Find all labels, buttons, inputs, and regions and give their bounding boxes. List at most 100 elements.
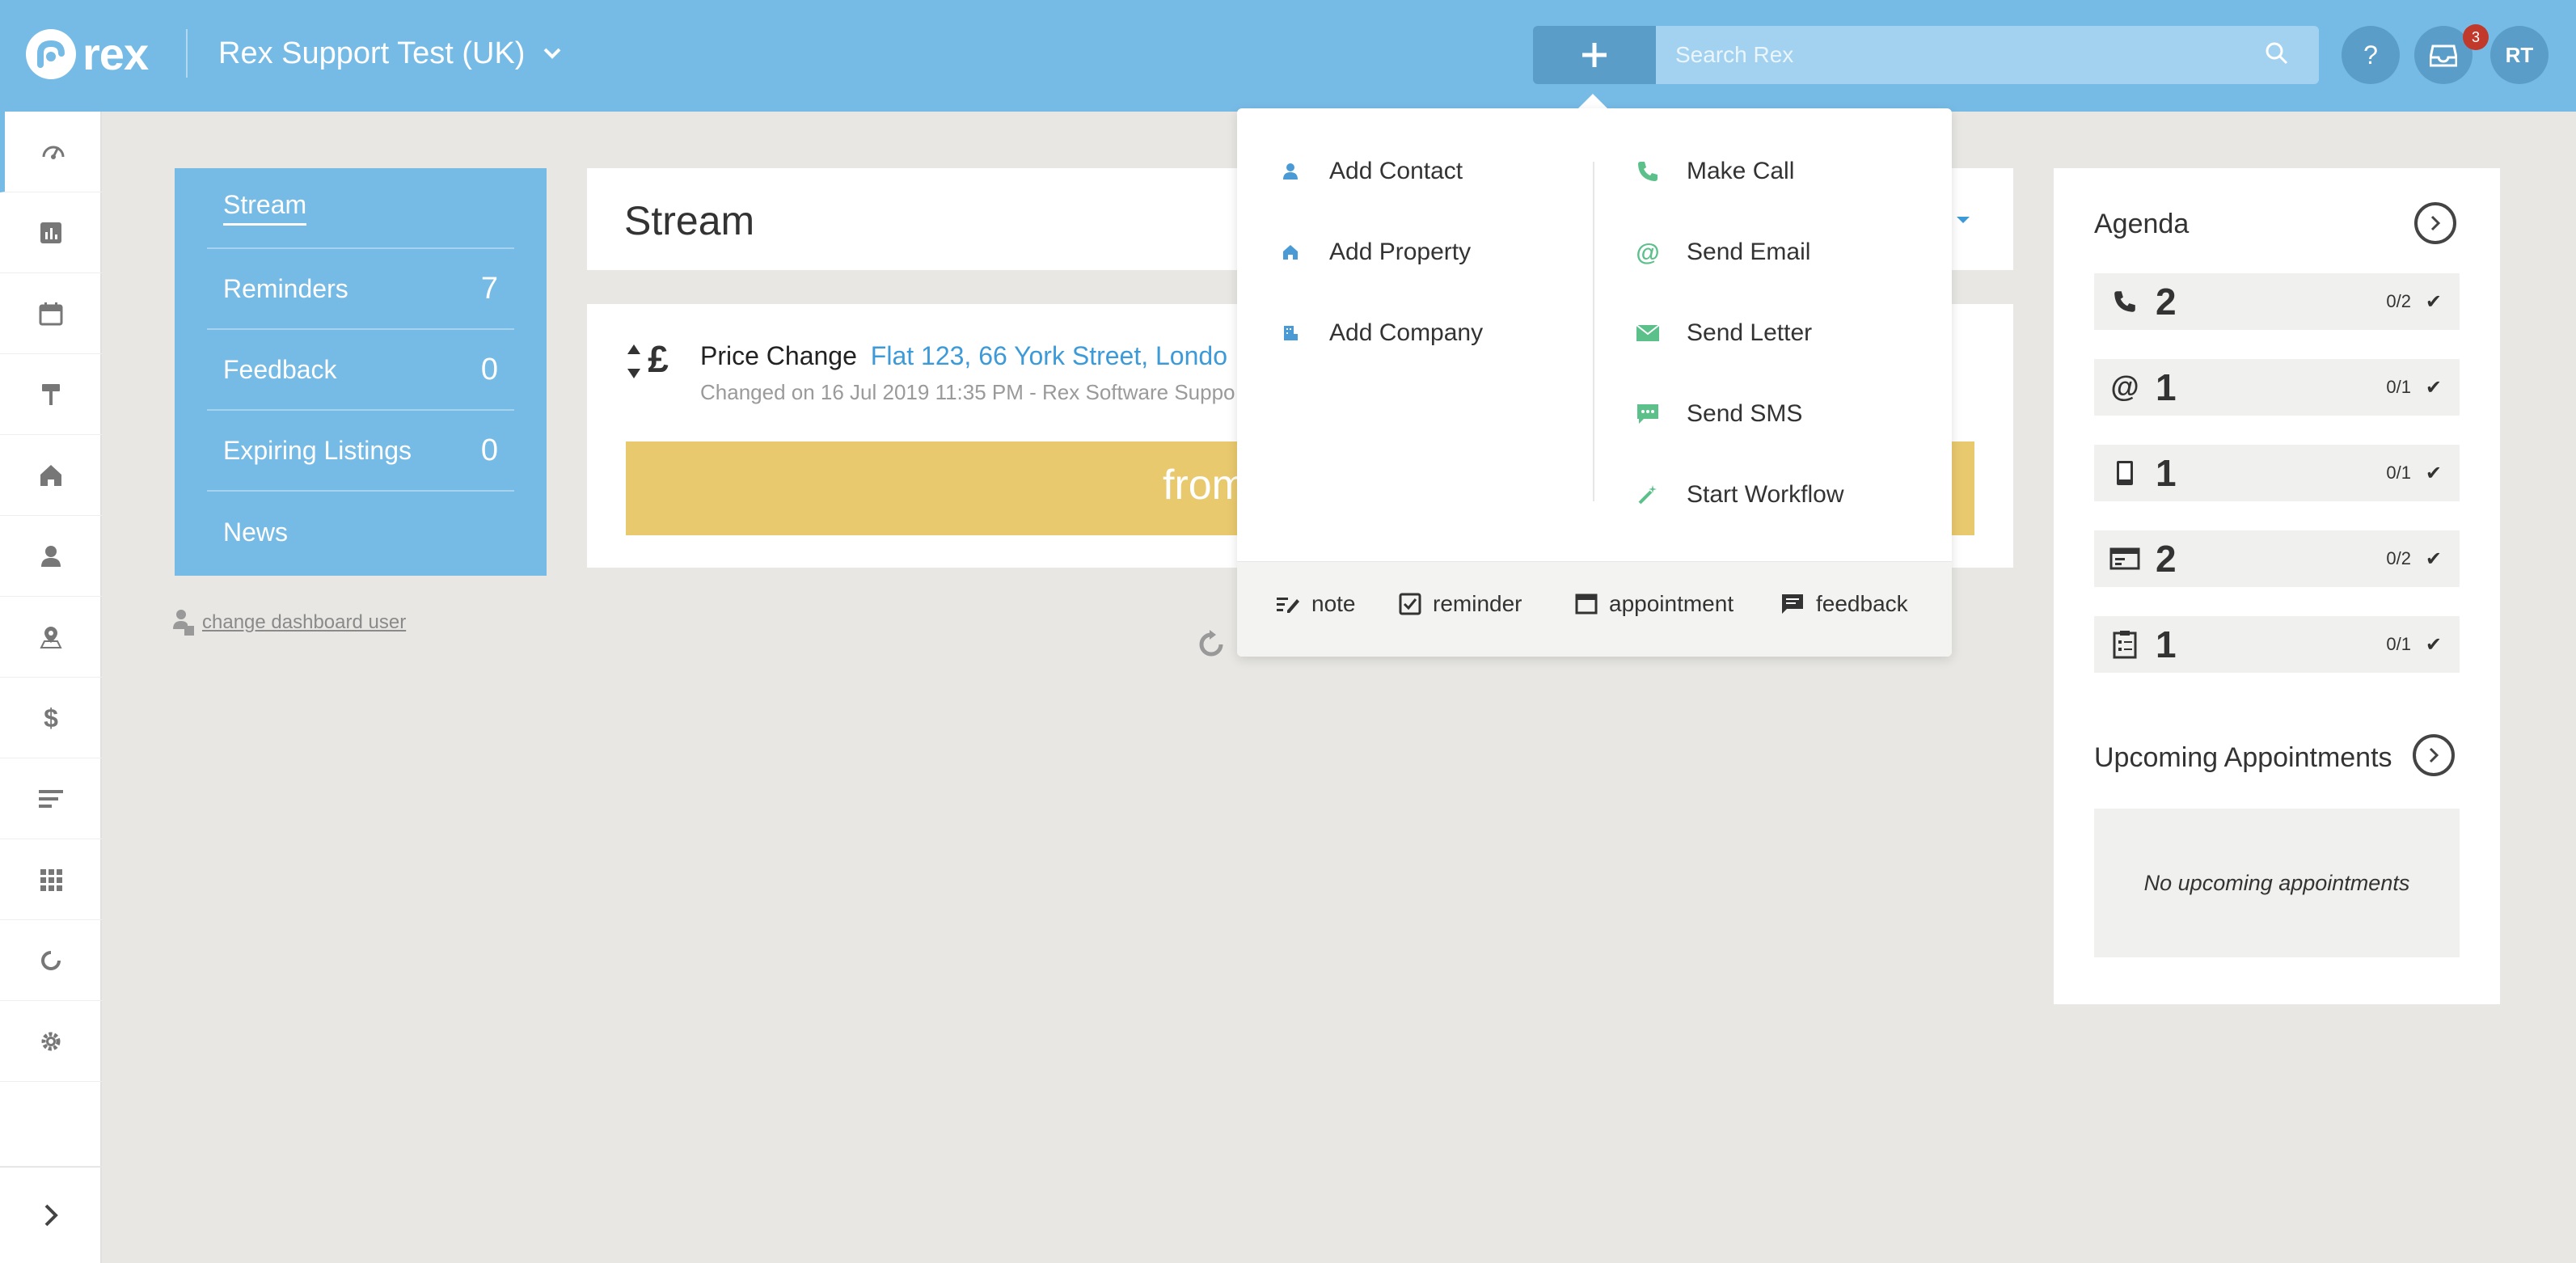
check-icon: ✔ [2425, 376, 2442, 399]
menu-item-add-company[interactable]: Add Company [1274, 309, 1483, 357]
home-icon [40, 464, 61, 486]
quick-add-note[interactable]: note [1276, 591, 1356, 617]
sidebar-item-dashboard[interactable] [0, 112, 102, 192]
sidebar-item-marketing[interactable] [0, 354, 102, 435]
search-icon[interactable] [2264, 40, 2290, 66]
nav-item-stream[interactable]: Stream [207, 168, 514, 249]
agenda-row-emails[interactable]: @ 1 0/1 ✔ [2094, 359, 2460, 416]
agenda-open-button[interactable] [2414, 202, 2456, 244]
sidebar-item-calendar[interactable] [0, 273, 102, 354]
chat-icon [1637, 404, 1658, 424]
agenda-fraction: 0/2 [2386, 291, 2411, 311]
check-icon: ✔ [2425, 547, 2442, 570]
notification-badge: 3 [2463, 24, 2489, 50]
sidebar-item-lists[interactable] [0, 758, 102, 839]
quick-add-reminder[interactable]: reminder [1399, 591, 1522, 617]
check-icon: ✔ [2425, 462, 2442, 484]
property-link[interactable]: Flat 123, 66 York Street, Londo [871, 341, 1227, 370]
home-icon [1283, 245, 1298, 260]
svg-text:@: @ [2110, 373, 2139, 402]
sidebar-item-contacts[interactable] [0, 516, 102, 597]
menu-item-add-property[interactable]: Add Property [1274, 228, 1471, 277]
avatar[interactable]: RT [2490, 26, 2549, 84]
building-icon [1284, 326, 1298, 340]
svg-text:£: £ [648, 341, 669, 380]
page-title: Stream [624, 198, 755, 243]
sidebar-item-properties[interactable] [0, 435, 102, 516]
sidebar-item-map[interactable] [0, 597, 102, 678]
map-pin-icon [40, 626, 62, 648]
search-bar [1656, 26, 2319, 84]
add-dropdown-menu: Add Contact Add Property Add Company Mak… [1237, 108, 1952, 657]
calendar-icon [39, 302, 63, 325]
rex-logo-mark [26, 29, 76, 79]
sidebar-item-refresh[interactable] [0, 920, 102, 1001]
chevron-right-icon [44, 1204, 58, 1227]
menu-item-add-contact[interactable]: Add Contact [1274, 147, 1463, 196]
nav-item-label: Reminders [223, 273, 348, 303]
paint-roller-icon [42, 383, 60, 405]
price-change-icon: £ [627, 341, 669, 380]
person-icon [1283, 163, 1298, 180]
nav-item-reminders[interactable]: Reminders 7 [207, 249, 514, 330]
account-switcher[interactable]: Rex Support Test (UK) [218, 32, 562, 74]
refresh-icon [1199, 629, 1223, 656]
quick-add-appointment[interactable]: appointment [1575, 591, 1734, 617]
quick-add-feedback[interactable]: feedback [1780, 591, 1908, 617]
agenda-row-sms[interactable]: 1 0/1 ✔ [2094, 445, 2460, 501]
upcoming-appointments-title: Upcoming Appointments [2094, 742, 2392, 773]
add-button[interactable] [1533, 26, 1656, 84]
agenda-fraction: 0/2 [2386, 548, 2411, 568]
header-divider [186, 29, 188, 78]
agenda-row-calls[interactable]: 2 0/2 ✔ [2094, 273, 2460, 330]
menu-item-start-workflow[interactable]: Start Workflow [1632, 471, 1844, 519]
agenda-fraction: 0/1 [2386, 634, 2411, 654]
agenda-row-tasks[interactable]: 1 0/1 ✔ [2094, 616, 2460, 673]
svg-text:@: @ [1636, 239, 1659, 265]
change-dashboard-user-link[interactable]: change dashboard user [173, 608, 406, 637]
agenda-fraction: 0/1 [2386, 377, 2411, 397]
apps-grid-icon [40, 868, 62, 891]
sidebar-item-finance[interactable]: $ [0, 678, 102, 758]
upcoming-appointments-empty: No upcoming appointments [2094, 809, 2460, 957]
nav-item-label: Expiring Listings [223, 435, 412, 465]
list-icon [39, 789, 63, 808]
sidebar-item-settings[interactable] [0, 1001, 102, 1082]
account-name: Rex Support Test (UK) [218, 36, 526, 70]
wand-icon [1638, 485, 1657, 505]
agenda-count: 2 [2156, 538, 2177, 580]
mobile-icon [2117, 461, 2133, 485]
user-switch-icon [173, 610, 194, 636]
help-button[interactable]: ? [2342, 26, 2400, 84]
quick-add-label: feedback [1816, 591, 1908, 616]
checkbox-icon [1399, 593, 1421, 615]
plus-icon [1582, 43, 1607, 67]
menu-item-make-call[interactable]: Make Call [1632, 147, 1794, 196]
upcoming-appointments-open-button[interactable] [2413, 734, 2455, 776]
agenda-count: 1 [2156, 366, 2177, 408]
nav-item-count: 7 [480, 271, 498, 306]
agenda-title: Agenda [2094, 209, 2190, 239]
nav-item-news[interactable]: News [207, 492, 514, 572]
nav-item-label: News [223, 517, 289, 547]
menu-item-label: Add Property [1329, 239, 1472, 265]
agenda-row-appointments[interactable]: 2 0/2 ✔ [2094, 530, 2460, 587]
menu-item-send-email[interactable]: @ Send Email [1632, 228, 1810, 277]
nav-item-expiring-listings[interactable]: Expiring Listings 0 [207, 411, 514, 492]
sidebar-expand-toggle[interactable] [0, 1166, 102, 1263]
clipboard-icon [2113, 631, 2137, 659]
sidebar-item-apps[interactable] [0, 839, 102, 920]
caret-down-icon[interactable] [1955, 215, 1971, 225]
chart-icon [40, 222, 61, 243]
nav-item-feedback[interactable]: Feedback 0 [207, 330, 514, 411]
quick-add-label: note [1311, 591, 1356, 616]
nav-item-label: Stream [223, 190, 307, 226]
agenda-count: 2 [2156, 281, 2177, 323]
rex-logo[interactable]: rex [26, 29, 149, 79]
menu-item-send-sms[interactable]: Send SMS [1632, 390, 1802, 438]
menu-item-send-letter[interactable]: Send Letter [1632, 309, 1812, 357]
search-input[interactable] [1675, 26, 2241, 84]
phone-icon [2114, 291, 2135, 312]
chevron-right-icon [2429, 747, 2439, 763]
sidebar-item-reports[interactable] [0, 192, 102, 273]
